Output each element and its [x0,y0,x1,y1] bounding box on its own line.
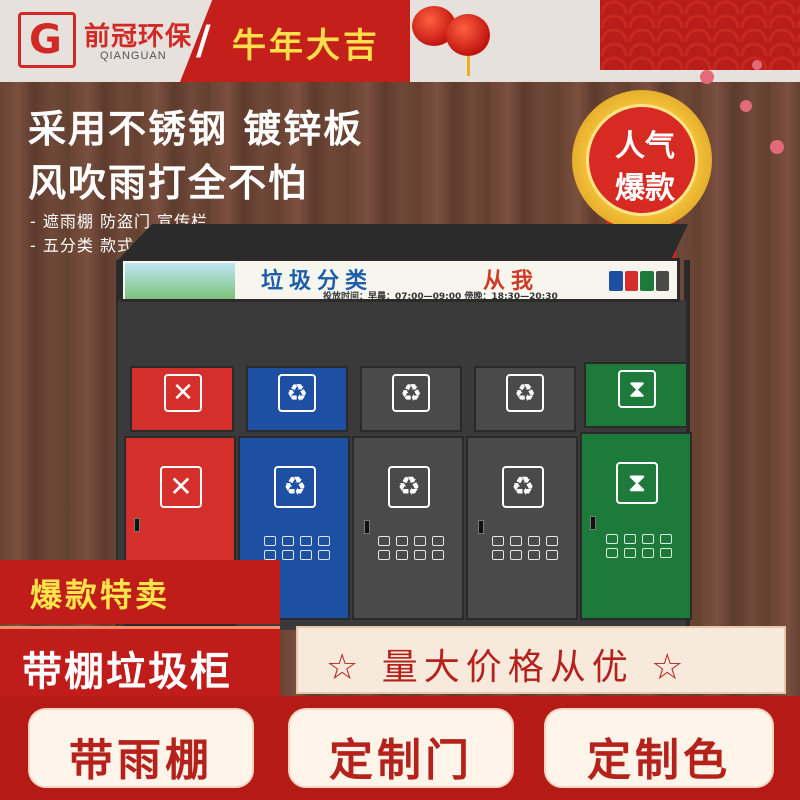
header-divider: / [196,18,211,64]
wave-pattern-decoration [600,0,800,70]
bin-lid-hazardous: ✕ [130,366,234,432]
badge-inner: 人气 爆款 [586,104,698,216]
hazardous-symbol-icon: ✕ [164,374,202,412]
recycle-icon: ♻ [278,374,316,412]
headline-line-2: 风吹雨打全不怕 [28,161,309,205]
waste-icon [546,536,558,546]
price-label: ☆ 量大价格从优 ☆ [326,647,690,688]
feature-button-canopy[interactable]: 带雨棚 [28,708,254,788]
waste-icon [282,536,294,546]
banner-bin-icons [609,271,669,291]
waste-icon [492,536,504,546]
feature-button-custom-color[interactable]: 定制色 [544,708,774,788]
hot-sale-label: 爆款特卖 [30,576,171,614]
waste-icon [528,536,540,546]
waste-icon [528,550,540,560]
plum-blossom-icon [752,60,762,70]
waste-icon [606,534,618,544]
waste-icon [264,536,276,546]
bin-door-kitchen[interactable]: ⧗ [580,432,692,620]
bin-lid-kitchen: ⧗ [584,362,688,428]
waste-icon [642,548,654,558]
banner-illustration [125,263,235,299]
logo-letter: G [29,17,62,63]
bin-door-other-1[interactable]: ♻ [352,436,464,620]
waste-icon [510,550,522,560]
waste-icon [414,536,426,546]
price-banner: ☆ 量大价格从优 ☆ [296,626,786,694]
shelter-roof [118,224,688,260]
feature-label: 定制门 [329,735,473,786]
recycle-icon: ♻ [392,374,430,412]
waste-examples-icons [264,536,330,560]
waste-icon [624,534,636,544]
lantern-tassel [467,56,470,76]
bin-icon [624,271,638,291]
waste-icon [378,550,390,560]
door-handle[interactable] [134,518,140,532]
info-banner: 垃圾分类 从我 投放时间：早晨：07:00—09:00 傍晚：18:30—20:… [120,258,680,302]
waste-examples-icons [492,536,558,560]
waste-icon [492,550,504,560]
product-poster: G 前冠环保 QIANGUAN / 牛年大吉 采用不锈钢 镀锌板 风吹雨打全不怕… [0,0,800,800]
waste-icon [300,550,312,560]
product-name-banner: 带棚垃圾柜 [0,626,280,696]
waste-icon [546,550,558,560]
recycle-icon: ♻ [502,466,544,508]
brand-name-en: QIANGUAN [100,50,167,62]
waste-icon [396,536,408,546]
waste-icon [642,534,654,544]
waste-icon [264,550,276,560]
waste-icon [378,536,390,546]
waste-icon [660,548,672,558]
waste-examples-icons [606,534,672,558]
feature-label: 带雨棚 [69,735,213,786]
bin-lid-recyclable: ♻ [246,366,348,432]
waste-icon [300,536,312,546]
bin-door-other-2[interactable]: ♻ [466,436,578,620]
new-year-slogan: 牛年大吉 [232,26,380,66]
hot-sale-banner: 爆款特卖 [0,560,280,624]
headline-line-1: 采用不锈钢 镀锌板 [28,107,364,151]
waste-icon [318,550,330,560]
plum-blossom-icon [770,140,784,154]
door-handle[interactable] [478,520,484,534]
recycle-icon: ♻ [274,466,316,508]
waste-icon [624,548,636,558]
waste-examples-icons [378,536,444,560]
waste-icon [510,536,522,546]
badge-line-2: 爆款 [615,171,675,206]
feature-button-custom-door[interactable]: 定制门 [288,708,514,788]
bin-lid-other-1: ♻ [360,366,462,432]
plum-blossom-icon [740,100,752,112]
hourglass-icon: ⧗ [618,370,656,408]
waste-icon [432,536,444,546]
waste-icon [318,536,330,546]
door-handle[interactable] [364,520,370,534]
waste-icon [432,550,444,560]
door-handle[interactable] [590,516,596,530]
bin-icon [640,271,654,291]
bin-icon [609,271,623,291]
brand-logo: G [18,12,76,68]
badge-line-1: 人气 [615,129,675,164]
lantern-icon [446,14,490,56]
popular-badge: 人气 爆款 [572,90,712,230]
recycle-icon: ♻ [506,374,544,412]
recycle-icon: ♻ [388,466,430,508]
brand-name: 前冠环保 [84,22,193,52]
waste-icon [660,534,672,544]
product-name: 带棚垃圾柜 [22,649,232,695]
waste-icon [606,548,618,558]
plum-blossom-icon [700,70,714,84]
hourglass-icon: ⧗ [616,462,658,504]
hazardous-symbol-icon: ✕ [160,466,202,508]
drop-off-time: 投放时间：早晨：07:00—09:00 傍晚：18:30—20:30 [323,292,558,302]
waste-icon [396,550,408,560]
feature-label: 定制色 [587,735,731,786]
waste-icon [414,550,426,560]
waste-icon [282,550,294,560]
bin-icon [655,271,669,291]
bin-lid-other-2: ♻ [474,366,576,432]
